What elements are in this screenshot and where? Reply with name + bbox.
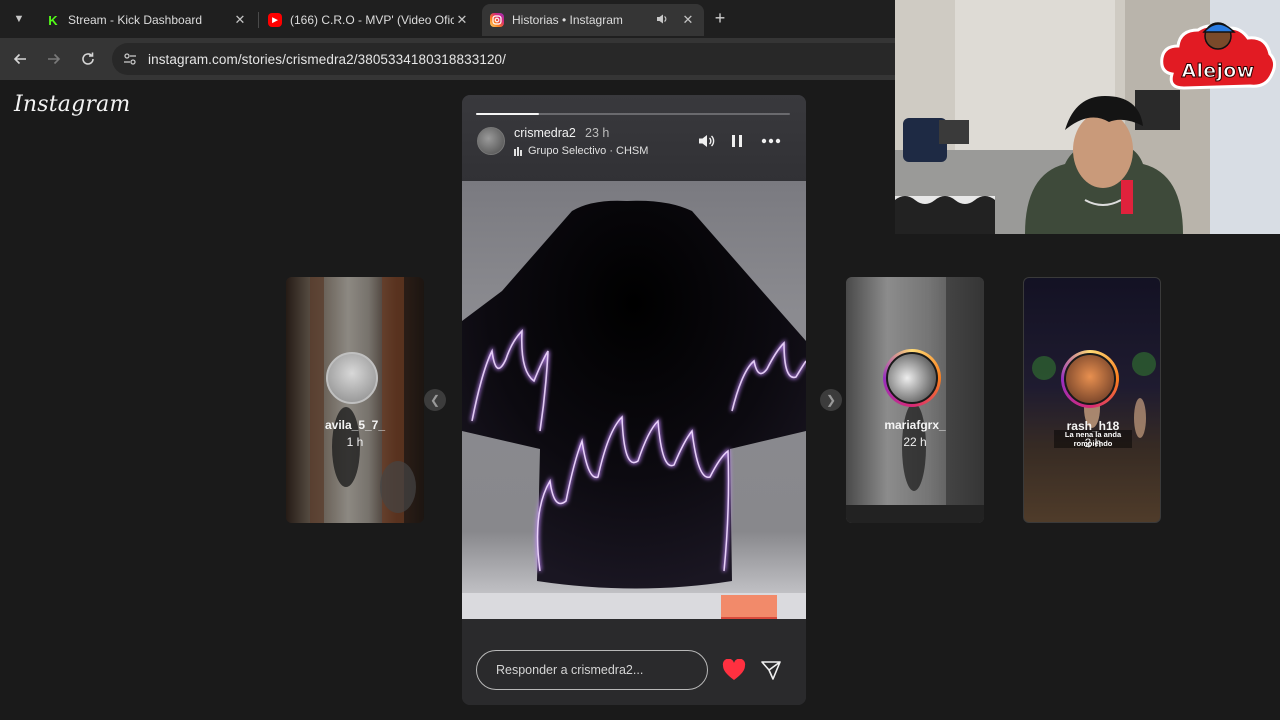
close-tab-icon[interactable]: ✕ bbox=[232, 12, 248, 28]
tab-instagram-stories[interactable]: Historias • Instagram ✕ bbox=[482, 4, 704, 36]
chevron-left-icon: ❮ bbox=[429, 393, 441, 407]
streamer-badge-logo bbox=[1160, 22, 1277, 90]
story-time: 2 h bbox=[1084, 436, 1102, 450]
chevron-right-icon: ❯ bbox=[825, 393, 837, 407]
story-time: 1 h bbox=[346, 435, 364, 449]
story-avatar bbox=[323, 349, 381, 407]
new-tab-button[interactable]: + bbox=[710, 9, 730, 29]
address-bar[interactable]: instagram.com/stories/crismedra2/3805334… bbox=[112, 43, 912, 75]
youtube-icon: ▶ bbox=[268, 13, 282, 27]
story-progress-bar bbox=[476, 113, 790, 115]
reload-button[interactable] bbox=[78, 49, 98, 69]
volume-icon bbox=[699, 135, 715, 147]
story-username: mariafgrx_ bbox=[884, 418, 946, 432]
like-heart-icon[interactable] bbox=[722, 659, 746, 681]
instagram-logo[interactable]: Instagram bbox=[14, 92, 130, 117]
story-author-username[interactable]: crismedra2 bbox=[514, 126, 576, 140]
story-avatar bbox=[883, 349, 941, 407]
pause-button[interactable] bbox=[726, 131, 748, 151]
story-header: crismedra2 23 h Grupo Selectivo · CHSM bbox=[462, 95, 806, 181]
more-icon bbox=[761, 138, 781, 144]
forward-arrow-icon bbox=[48, 53, 61, 65]
site-settings-icon[interactable] bbox=[112, 51, 148, 67]
next-story-button[interactable]: ❯ bbox=[820, 389, 842, 411]
forward-button[interactable] bbox=[44, 49, 64, 69]
back-arrow-icon bbox=[13, 53, 26, 65]
instagram-icon bbox=[490, 13, 504, 27]
previous-story-button[interactable]: ❮ bbox=[424, 389, 446, 411]
flame-shirt-image bbox=[462, 200, 806, 619]
reload-icon bbox=[82, 52, 94, 65]
story-music-label[interactable]: Grupo Selectivo · CHSM bbox=[514, 145, 648, 157]
story-avatar bbox=[1061, 350, 1119, 408]
music-bars-icon bbox=[514, 146, 522, 156]
page-scrollbar[interactable] bbox=[1268, 234, 1280, 720]
story-author-avatar[interactable] bbox=[477, 127, 505, 155]
close-tab-icon[interactable]: ✕ bbox=[680, 12, 696, 28]
streamer-badge-name: Alejow bbox=[1181, 60, 1255, 83]
send-icon[interactable] bbox=[760, 659, 782, 681]
story-preview-mariafgrx[interactable]: mariafgrx_ 22 h bbox=[846, 277, 984, 523]
kick-icon: K bbox=[46, 13, 60, 28]
story-timestamp: 23 h bbox=[585, 126, 610, 140]
active-story[interactable]: crismedra2 23 h Grupo Selectivo · CHSM bbox=[462, 95, 806, 705]
screen: ▼ K Stream - Kick Dashboard ✕ ▶ (166) C.… bbox=[0, 0, 1280, 720]
url-text: instagram.com/stories/crismedra2/3805334… bbox=[148, 51, 507, 67]
story-preview-rash[interactable]: rash_h18 La nena la anda rompiendo 2 h bbox=[1023, 277, 1161, 523]
tab-divider bbox=[258, 12, 259, 28]
pause-icon bbox=[732, 135, 742, 147]
speaker-icon[interactable] bbox=[654, 13, 670, 28]
tab-kick-dashboard[interactable]: K Stream - Kick Dashboard ✕ bbox=[38, 6, 256, 34]
story-time: 22 h bbox=[903, 435, 927, 449]
more-options-button[interactable] bbox=[760, 131, 782, 151]
story-username: avila_5_7_ bbox=[324, 418, 386, 432]
close-tab-icon[interactable]: ✕ bbox=[454, 12, 470, 28]
mute-button[interactable] bbox=[696, 131, 718, 151]
reply-input[interactable] bbox=[476, 650, 708, 690]
chevron-down-icon: ▼ bbox=[13, 13, 25, 25]
story-media bbox=[462, 181, 806, 619]
back-button[interactable] bbox=[10, 49, 30, 69]
story-preview-avila[interactable]: avila_5_7_ 1 h bbox=[286, 277, 424, 523]
story-progress-fill bbox=[476, 113, 539, 115]
story-reply-bar bbox=[462, 619, 806, 705]
tab-search-button[interactable]: ▼ bbox=[8, 8, 30, 30]
tab-youtube-video[interactable]: ▶ (166) C.R.O - MVP' (Video Ofici ✕ bbox=[260, 6, 478, 34]
